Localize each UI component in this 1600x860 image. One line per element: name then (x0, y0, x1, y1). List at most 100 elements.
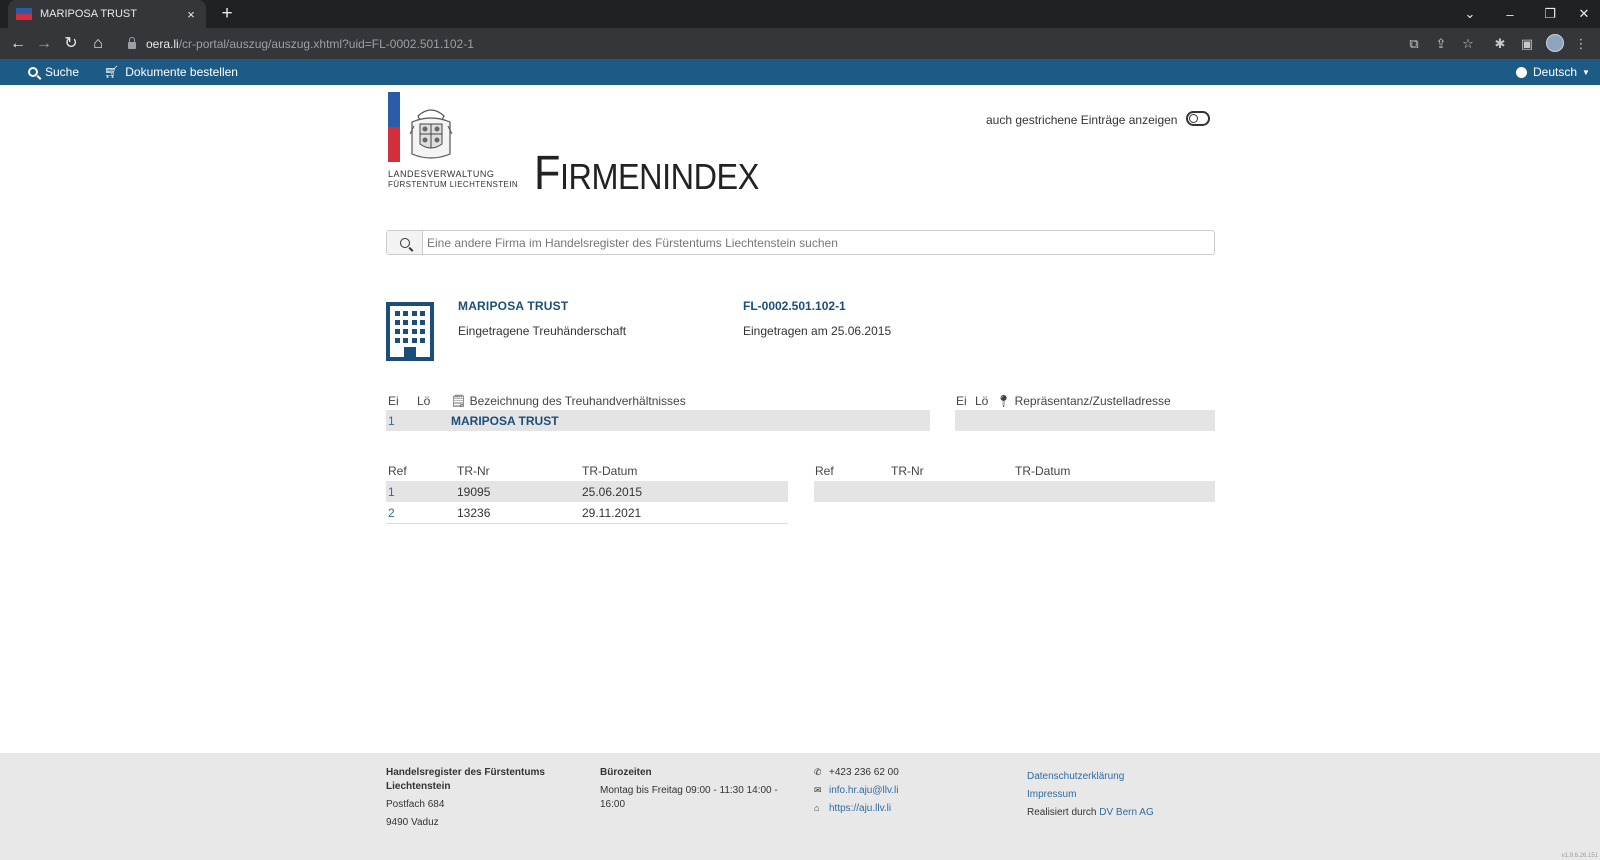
footer-org-line2: Liechtenstein (386, 781, 451, 792)
footer-realized-prefix: Realisiert durch (1027, 807, 1097, 818)
footer-hours-title: Bürozeiten (600, 767, 652, 778)
footer-postfach: Postfach 684 (386, 799, 445, 810)
browser-tab[interactable]: MARIPOSA TRUST × (8, 0, 206, 28)
close-window-icon[interactable]: ✕ (1568, 0, 1600, 28)
favicon-icon (16, 8, 32, 20)
reload-icon[interactable]: ↻ (61, 34, 81, 54)
address-header-ei: Ei (956, 394, 967, 408)
tab-title: MARIPOSA TRUST (40, 8, 137, 20)
home-icon[interactable]: ⌂ (88, 34, 108, 54)
tr-left-row2-nr: 13236 (457, 506, 491, 520)
footer-phone: +423 236 62 00 (829, 767, 899, 778)
liechtenstein-flag-logo (388, 92, 400, 162)
profile-avatar[interactable] (1546, 34, 1564, 52)
footer-org-line1: Handelsregister des Fürstentums (386, 767, 545, 778)
tr-right-header-date: TR-Datum (1015, 464, 1071, 478)
logo-text-line2: FÜRSTENTUM LIECHTENSTEIN (388, 180, 519, 189)
language-label: Deutsch (1533, 65, 1578, 79)
address-header-address: 📍︎ Repräsentanz/Zustelladresse (996, 394, 1171, 408)
globe-icon (1516, 66, 1527, 78)
nav-search-link[interactable]: Suche (28, 59, 79, 85)
names-header-ei: Ei (388, 394, 399, 408)
map-pin-icon: 📍︎ (996, 394, 1012, 408)
app-navbar: Suche 🛒︎ Dokumente bestellen Deutsch ▼ (0, 59, 1600, 85)
table-row (814, 481, 1215, 502)
address-bar[interactable]: oera.li /cr-portal/auszug/auszug.xhtml?u… (116, 32, 1396, 55)
page-title-rest: IRMENINDEX (559, 156, 759, 197)
browser-tab-strip: MARIPOSA TRUST × + ⌄ – ❐ ✕ (0, 0, 1600, 28)
address-header-address-label: Repräsentanz/Zustelladresse (1014, 394, 1171, 408)
names-row-name: MARIPOSA TRUST (451, 414, 559, 428)
phone-icon: ✆ (814, 767, 822, 777)
show-deleted-entries-toggle[interactable] (1186, 111, 1210, 126)
version-label: v1.9.6.26.151 (1561, 853, 1598, 859)
show-deleted-entries-label: auch gestrichene Einträge anzeigen (986, 113, 1178, 127)
footer-privacy-link[interactable]: Datenschutzerklärung (1027, 770, 1124, 784)
tr-left-row1-date: 25.06.2015 (582, 485, 643, 499)
url-path: /cr-portal/auszug/auszug.xhtml?uid=FL-00… (178, 36, 474, 51)
nav-order-documents-link[interactable]: 🛒︎ Dokumente bestellen (104, 59, 238, 85)
company-search-input[interactable] (423, 231, 1214, 254)
page-title: FIRMENINDEX (534, 146, 759, 201)
browser-toolbar: ← → ↻ ⌂ oera.li /cr-portal/auszug/auszug… (0, 28, 1600, 59)
side-panel-icon[interactable]: ▣ (1518, 35, 1536, 53)
company-register-id: FL-0002.501.102-1 (743, 299, 846, 313)
table-row (955, 410, 1215, 431)
menu-kebab-icon[interactable]: ⋮ (1572, 35, 1590, 53)
footer: Handelsregister des Fürstentums Liechten… (0, 753, 1600, 860)
tr-left-row2-ref-link[interactable]: 2 (388, 506, 395, 520)
company-search (386, 230, 1215, 255)
address-header-lo: Lö (975, 394, 989, 408)
tr-left-header-date: TR-Datum (582, 464, 638, 478)
company-legal-form: Eingetragene Treuhänderschaft (458, 324, 627, 338)
new-tab-button[interactable]: + (216, 3, 238, 25)
footer-city: 9490 Vaduz (386, 817, 439, 828)
translate-icon[interactable]: ⧉ (1405, 35, 1423, 53)
logo-text-line1: LANDESVERWALTUNG (388, 169, 495, 179)
names-header-designation: 🗒︎ Bezeichnung des Treuhandverhältnisses (451, 394, 686, 408)
restore-icon[interactable]: ❐ (1530, 0, 1570, 28)
tr-left-header-ref: Ref (388, 464, 407, 478)
company-name: MARIPOSA TRUST (458, 299, 569, 313)
tr-right-header-nr: TR-Nr (891, 464, 924, 478)
row-divider (386, 523, 788, 524)
footer-email-link[interactable]: info.hr.aju@llv.li (829, 784, 898, 798)
footer-web-link[interactable]: https://aju.llv.li (829, 802, 891, 816)
search-icon (28, 67, 38, 77)
tr-left-row1-ref-link[interactable]: 1 (388, 485, 395, 499)
language-dropdown[interactable]: Deutsch ▼ (1516, 59, 1590, 85)
tab-search-icon[interactable]: ⌄ (1450, 0, 1490, 28)
back-icon[interactable]: ← (8, 34, 28, 54)
envelope-icon: ✉ (814, 785, 822, 795)
url-host: oera.li (146, 36, 179, 51)
document-icon: 🗒︎ (451, 394, 467, 408)
tr-right-header-ref: Ref (815, 464, 834, 478)
footer-hours-line1: Montag bis Freitag 09:00 - 11:30 14:00 - (600, 785, 778, 796)
tr-left-row2-date: 29.11.2021 (582, 506, 642, 520)
bookmark-star-icon[interactable]: ☆ (1459, 35, 1477, 53)
footer-hours-line2: 16:00 (600, 799, 626, 810)
caret-down-icon: ▼ (1582, 67, 1590, 77)
search-icon (399, 237, 410, 248)
search-button[interactable] (387, 231, 423, 254)
company-registration-date: Eingetragen am 25.06.2015 (743, 324, 892, 338)
nav-search-label: Suche (45, 65, 80, 79)
footer-dvbern-link[interactable]: DV Bern AG (1099, 807, 1153, 818)
footer-impressum-link[interactable]: Impressum (1027, 788, 1076, 802)
lock-icon (128, 37, 136, 49)
extensions-icon[interactable]: ✱ (1491, 35, 1509, 53)
minimize-icon[interactable]: – (1490, 0, 1530, 28)
footer-realized-by: Realisiert durch DV Bern AG (1027, 806, 1154, 820)
forward-icon[interactable]: → (34, 34, 54, 54)
close-tab-icon[interactable]: × (184, 7, 198, 22)
page-title-initial: F (534, 147, 560, 200)
cart-icon: 🛒︎ (104, 65, 120, 79)
home-icon: ⌂ (814, 803, 820, 813)
names-header-designation-label: Bezeichnung des Treuhandverhältnisses (469, 394, 686, 408)
names-row-ei-link[interactable]: 1 (388, 414, 395, 428)
tr-left-header-nr: TR-Nr (457, 464, 490, 478)
building-icon (386, 302, 434, 361)
tr-left-row1-nr: 19095 (457, 485, 491, 499)
coat-of-arms-icon (409, 109, 453, 159)
share-icon[interactable]: ⇪ (1432, 35, 1450, 53)
